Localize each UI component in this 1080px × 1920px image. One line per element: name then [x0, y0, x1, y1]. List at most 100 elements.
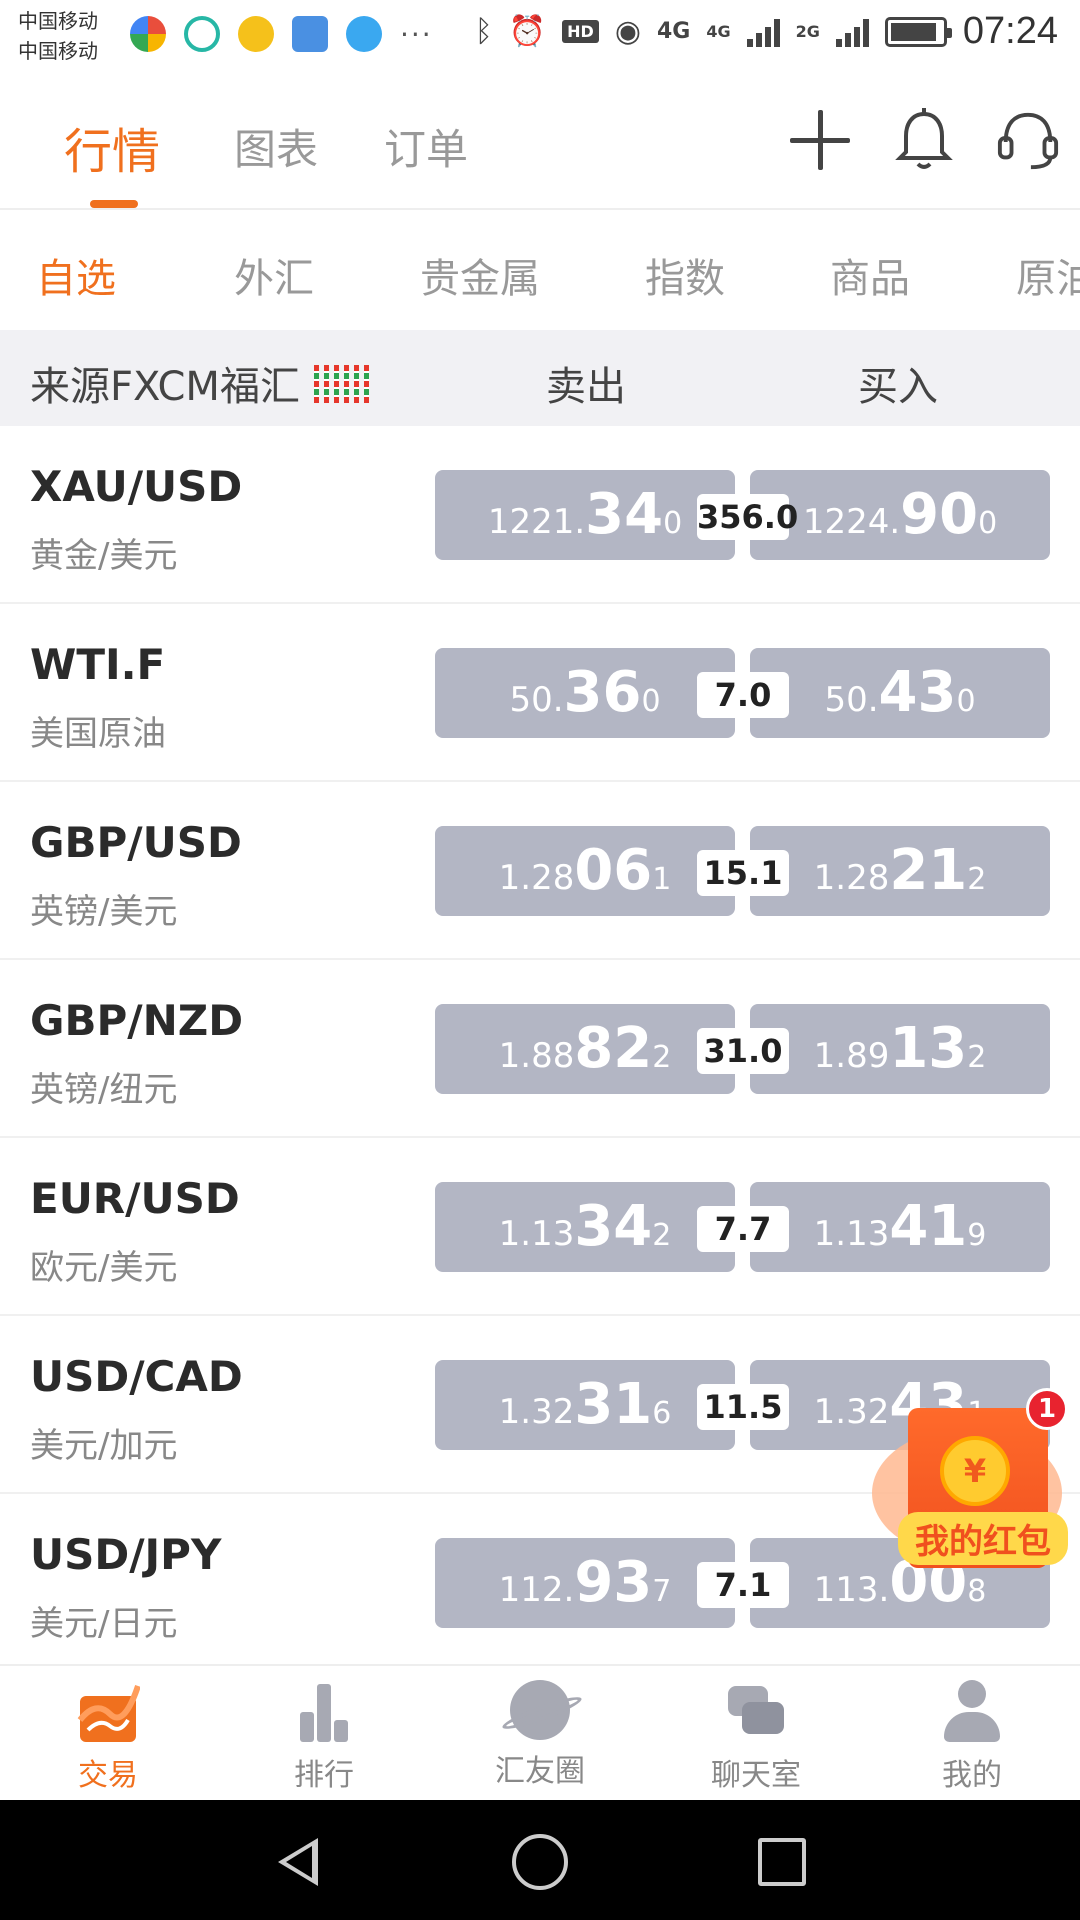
category-precious-metals[interactable]: 贵金属: [420, 246, 540, 304]
red-packet-label: 我的红包: [898, 1512, 1068, 1565]
sell-price-button[interactable]: 1221.340: [435, 470, 735, 560]
sell-price-button[interactable]: 1.88822: [435, 1004, 735, 1094]
price-prefix: 1224.: [802, 502, 901, 542]
quote-row[interactable]: WTI.F 美国原油 50.360 50.430 7.0: [0, 604, 1080, 782]
symbol: USD/JPY: [30, 1530, 222, 1579]
price-prefix: 1.28: [813, 858, 890, 898]
clock: 07:24: [962, 10, 1058, 52]
symbol-name: 美元/日元: [30, 1604, 178, 1644]
price-prefix: 1.89: [813, 1036, 890, 1076]
price-pips: 21: [889, 838, 968, 903]
category-commodities[interactable]: 商品: [830, 246, 910, 304]
recent-apps-icon[interactable]: [758, 1838, 806, 1886]
price-prefix: 1.28: [498, 858, 575, 898]
category-favorites[interactable]: 自选: [36, 246, 116, 304]
notifications-button[interactable]: [892, 108, 956, 172]
spread-badge: 356.0: [697, 494, 798, 540]
app-notification-icon: [184, 16, 220, 52]
price-fraction: 0: [663, 506, 683, 541]
spread-badge: 7.7: [697, 1206, 789, 1252]
quote-row[interactable]: XAU/USD 黄金/美元 1221.340 1224.900 356.0: [0, 426, 1080, 604]
price-pips: 34: [574, 1194, 653, 1259]
bar-chart-icon-bar: [334, 1720, 348, 1742]
signal-icon: [746, 17, 780, 47]
trade-chart-icon-svg: [77, 1685, 141, 1742]
price-pips: 43: [878, 660, 957, 725]
header-actions: [788, 108, 1060, 172]
category-forex[interactable]: 外汇: [234, 246, 314, 304]
sell-price-button[interactable]: 1.32316: [435, 1360, 735, 1450]
symbol: XAU/USD: [30, 462, 243, 511]
buy-price-button[interactable]: 1.13419: [750, 1182, 1050, 1272]
price-fraction: 2: [967, 862, 987, 897]
sell-price-button[interactable]: 112.937: [435, 1538, 735, 1628]
trade-chart-icon: [76, 1680, 141, 1744]
customer-service-button[interactable]: [996, 108, 1060, 172]
price-pips: 82: [574, 1016, 653, 1081]
symbol-name: 英镑/美元: [30, 892, 178, 932]
nav-label: 汇友圈: [495, 1754, 585, 1789]
tab-orders[interactable]: 订单: [384, 116, 468, 177]
buy-price-button[interactable]: 1.28212: [750, 826, 1050, 916]
nav-profile[interactable]: 我的: [902, 1680, 1042, 1794]
hd-icon: HD: [562, 20, 599, 43]
spread-badge: 7.0: [697, 672, 789, 718]
price-prefix: 1.32: [498, 1392, 575, 1432]
nav-community[interactable]: 汇友圈: [470, 1680, 610, 1790]
nav-ranking[interactable]: 排行: [254, 1680, 394, 1794]
back-icon[interactable]: [278, 1838, 318, 1886]
price-pips: 34: [585, 482, 664, 547]
quote-row[interactable]: GBP/NZD 英镑/纽元 1.88822 1.89132 31.0: [0, 960, 1080, 1138]
quote-row[interactable]: GBP/USD 英镑/美元 1.28061 1.28212 15.1: [0, 782, 1080, 960]
health-app-icon: [292, 16, 328, 52]
price-pips: 41: [889, 1194, 968, 1259]
nav-label: 交易: [78, 1758, 138, 1793]
quote-list-header: 来源FXCM福汇 卖出 买入: [0, 330, 1080, 426]
bar-chart-icon: [292, 1680, 356, 1744]
tab-charts[interactable]: 图表: [234, 116, 318, 177]
price-fraction: 2: [652, 1218, 672, 1253]
symbol: WTI.F: [30, 640, 166, 689]
spread-badge: 11.5: [697, 1384, 789, 1430]
quote-row[interactable]: EUR/USD 欧元/美元 1.13342 1.13419 7.7: [0, 1138, 1080, 1316]
headset-icon: [997, 112, 1059, 170]
sell-price-button[interactable]: 50.360: [435, 648, 735, 738]
spread-badge: 31.0: [697, 1028, 789, 1074]
alarm-icon: ⏰: [508, 14, 547, 49]
price-pips: 06: [574, 838, 653, 903]
nav-label: 我的: [942, 1758, 1002, 1793]
add-button[interactable]: [788, 108, 852, 172]
red-packet-count-badge: 1: [1026, 1388, 1068, 1430]
symbol-name: 美元/加元: [30, 1426, 178, 1466]
tab-market[interactable]: 行情: [64, 112, 160, 182]
price-prefix: 1.88: [498, 1036, 575, 1076]
status-bar: 中国移动 中国移动 ··· ᛒ ⏰ HD ◉ 4G 4G 2G 07:24: [0, 0, 1080, 78]
symbol-name: 美国原油: [30, 714, 166, 754]
price-prefix: 112.: [498, 1570, 575, 1610]
home-icon[interactable]: [512, 1834, 568, 1890]
bell-icon: [895, 108, 953, 169]
category-indices[interactable]: 指数: [645, 246, 725, 304]
nav-chatroom[interactable]: 聊天室: [686, 1680, 826, 1794]
red-packet-button[interactable]: ¥ 我的红包 1: [872, 1388, 1072, 1588]
spread-badge: 7.1: [697, 1562, 789, 1608]
price-fraction: 2: [652, 1040, 672, 1075]
sell-price-button[interactable]: 1.13342: [435, 1182, 735, 1272]
signal-strength-icon: [313, 363, 369, 403]
price-pips: 31: [574, 1372, 653, 1437]
symbol-name: 黄金/美元: [30, 536, 178, 576]
symbol: GBP/USD: [30, 818, 242, 867]
buy-price-button[interactable]: 1.89132: [750, 1004, 1050, 1094]
carrier-info: 中国移动 中国移动: [18, 6, 98, 66]
category-crude-oil[interactable]: 原油: [1016, 246, 1080, 304]
user-icon-head: [958, 1680, 986, 1708]
eye-comfort-icon: ◉: [614, 14, 641, 49]
price-fraction: 6: [652, 1396, 672, 1431]
planet-icon: [510, 1680, 570, 1740]
nav-label: 聊天室: [711, 1758, 801, 1793]
price-prefix: 1.13: [813, 1214, 890, 1254]
nav-trade[interactable]: 交易: [38, 1680, 178, 1794]
buy-price-button[interactable]: 50.430: [750, 648, 1050, 738]
chat-bubbles-icon: [724, 1680, 788, 1744]
sell-price-button[interactable]: 1.28061: [435, 826, 735, 916]
